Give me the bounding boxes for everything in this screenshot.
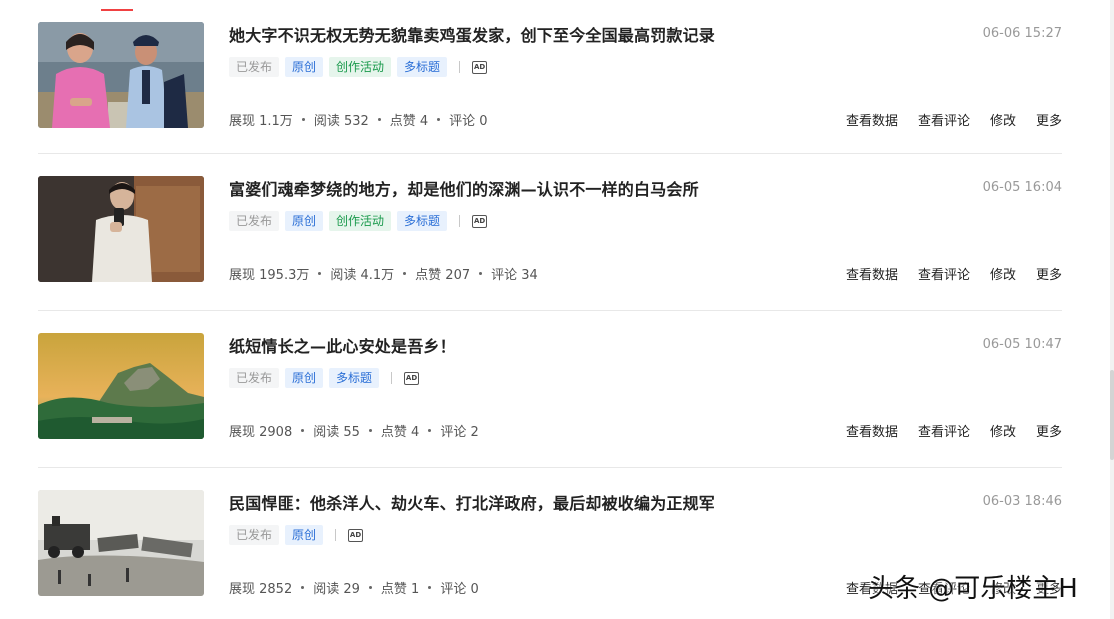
reads-stat: 阅读 55 xyxy=(313,425,360,440)
edit-link[interactable]: 修改 xyxy=(990,110,1016,129)
more-link[interactable]: 更多 xyxy=(1036,110,1062,129)
view-data-link[interactable]: 查看数据 xyxy=(846,421,898,440)
divider xyxy=(391,372,393,384)
dot-separator xyxy=(301,118,305,121)
edit-link[interactable]: 修改 xyxy=(990,264,1016,283)
impressions-stat: 展现 2908 xyxy=(229,425,293,440)
more-link[interactable]: 更多 xyxy=(1036,264,1062,283)
more-link[interactable]: 更多 xyxy=(1036,421,1062,440)
status-badge: 已发布 xyxy=(229,57,280,77)
likes-stat: 点赞 207 xyxy=(415,268,471,283)
article-actions: 查看数据 查看评论 修改 更多 xyxy=(826,110,1062,129)
scrollbar-thumb[interactable] xyxy=(1110,370,1114,460)
tag-group: 已发布 原创 创作活动 多标题 AD xyxy=(229,57,488,77)
multi-title-badge: 多标题 xyxy=(397,211,448,231)
article-thumbnail[interactable] xyxy=(38,22,204,128)
impressions-stat: 展现 1.1万 xyxy=(229,114,293,129)
original-badge: 原创 xyxy=(285,368,324,388)
reads-stat: 阅读 4.1万 xyxy=(330,268,395,283)
dot-separator xyxy=(301,429,305,432)
comments-stat: 评论 0 xyxy=(449,114,488,129)
status-badge: 已发布 xyxy=(229,525,280,545)
dot-separator xyxy=(377,118,381,121)
man-mirror-selfie-photo-icon xyxy=(38,176,204,282)
article-thumbnail[interactable] xyxy=(38,490,204,596)
view-comments-link[interactable]: 查看评论 xyxy=(918,110,970,129)
dot-separator xyxy=(301,586,305,589)
dot-separator xyxy=(368,586,372,589)
view-data-link[interactable]: 查看数据 xyxy=(846,110,898,129)
article-row: 她大字不识无权无势无貌靠卖鸡蛋发家，创下至今全国最高罚款记录 06-06 15:… xyxy=(38,0,1062,154)
publish-time: 06-03 18:46 xyxy=(982,494,1062,509)
ad-icon[interactable]: AD xyxy=(404,371,420,385)
article-stats: 展现 2908 阅读 55 点赞 4 评论 2 xyxy=(229,421,479,440)
publish-time: 06-06 15:27 xyxy=(982,26,1062,41)
article-title[interactable]: 她大字不识无权无势无貌靠卖鸡蛋发家，创下至今全国最高罚款记录 xyxy=(229,22,715,46)
watermark-text: 头条 @可乐楼主H xyxy=(868,574,1078,604)
impressions-stat: 展现 2852 xyxy=(229,582,293,597)
mountain-landscape-photo-icon xyxy=(38,333,204,439)
likes-stat: 点赞 4 xyxy=(389,114,429,129)
dot-separator xyxy=(318,272,322,275)
dot-separator xyxy=(437,118,441,121)
woman-in-court-photo-icon xyxy=(38,22,204,128)
divider xyxy=(459,61,461,73)
scrollbar-track[interactable] xyxy=(1110,0,1114,619)
ad-icon[interactable]: AD xyxy=(472,60,488,74)
article-title[interactable]: 民国悍匪：他杀洋人、劫火车、打北洋政府，最后却被收编为正规军 xyxy=(229,490,715,514)
likes-stat: 点赞 1 xyxy=(380,582,420,597)
view-data-link[interactable]: 查看数据 xyxy=(846,264,898,283)
multi-title-badge: 多标题 xyxy=(329,368,380,388)
article-row: 纸短情长之—此心安处是吾乡！ 06-05 10:47 已发布 原创 多标题 AD… xyxy=(38,311,1062,468)
divider xyxy=(335,529,337,541)
article-actions: 查看数据 查看评论 修改 更多 xyxy=(826,264,1062,283)
activity-badge: 创作活动 xyxy=(329,211,392,231)
article-actions: 查看数据 查看评论 修改 更多 xyxy=(826,421,1062,440)
comments-stat: 评论 34 xyxy=(491,268,538,283)
reads-stat: 阅读 29 xyxy=(313,582,360,597)
publish-time: 06-05 16:04 xyxy=(982,180,1062,195)
divider xyxy=(459,215,461,227)
view-comments-link[interactable]: 查看评论 xyxy=(918,264,970,283)
status-badge: 已发布 xyxy=(229,211,280,231)
article-row: 富婆们魂牵梦绕的地方，却是他们的深渊—认识不一样的白马会所 06-05 16:0… xyxy=(38,154,1062,311)
view-comments-link[interactable]: 查看评论 xyxy=(918,421,970,440)
train-wreck-historic-photo-icon xyxy=(38,490,204,596)
dot-separator xyxy=(479,272,483,275)
article-stats: 展现 2852 阅读 29 点赞 1 评论 0 xyxy=(229,578,479,597)
ad-icon[interactable]: AD xyxy=(472,214,488,228)
original-badge: 原创 xyxy=(285,57,324,77)
likes-stat: 点赞 4 xyxy=(380,425,420,440)
article-title[interactable]: 纸短情长之—此心安处是吾乡！ xyxy=(229,333,456,357)
article-stats: 展现 195.3万 阅读 4.1万 点赞 207 评论 34 xyxy=(229,264,538,283)
article-title[interactable]: 富婆们魂牵梦绕的地方，却是他们的深渊—认识不一样的白马会所 xyxy=(229,176,699,200)
tag-group: 已发布 原创 AD xyxy=(229,525,364,545)
article-thumbnail[interactable] xyxy=(38,333,204,439)
dot-separator xyxy=(403,272,407,275)
multi-title-badge: 多标题 xyxy=(397,57,448,77)
original-badge: 原创 xyxy=(285,211,324,231)
dot-separator xyxy=(368,429,372,432)
comments-stat: 评论 0 xyxy=(440,582,479,597)
activity-badge: 创作活动 xyxy=(329,57,392,77)
tag-group: 已发布 原创 多标题 AD xyxy=(229,368,420,388)
dot-separator xyxy=(428,586,432,589)
tag-group: 已发布 原创 创作活动 多标题 AD xyxy=(229,211,488,231)
status-badge: 已发布 xyxy=(229,368,280,388)
ad-icon[interactable]: AD xyxy=(348,528,364,542)
comments-stat: 评论 2 xyxy=(440,425,479,440)
publish-time: 06-05 10:47 xyxy=(982,337,1062,352)
original-badge: 原创 xyxy=(285,525,324,545)
edit-link[interactable]: 修改 xyxy=(990,421,1016,440)
dot-separator xyxy=(428,429,432,432)
reads-stat: 阅读 532 xyxy=(313,114,369,129)
article-list: 她大字不识无权无势无貌靠卖鸡蛋发家，创下至今全国最高罚款记录 06-06 15:… xyxy=(38,0,1062,619)
article-stats: 展现 1.1万 阅读 532 点赞 4 评论 0 xyxy=(229,110,488,129)
article-thumbnail[interactable] xyxy=(38,176,204,282)
impressions-stat: 展现 195.3万 xyxy=(229,268,310,283)
